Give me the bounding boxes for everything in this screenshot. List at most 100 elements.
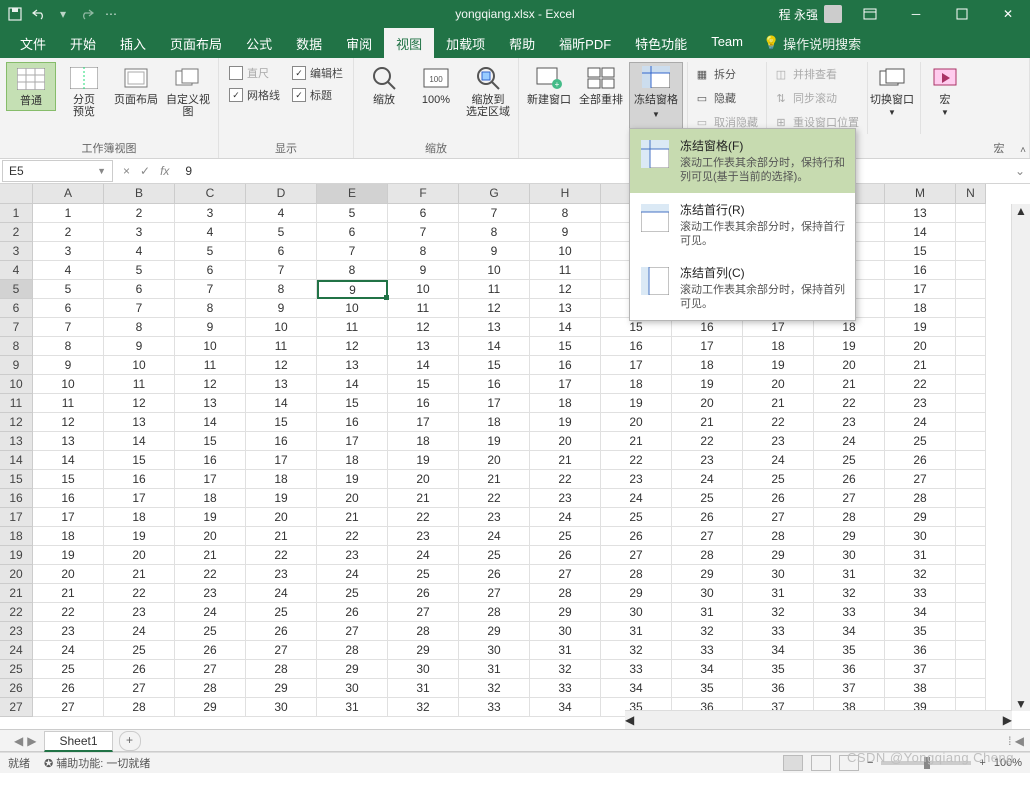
- row-header[interactable]: 4: [0, 261, 33, 280]
- cell[interactable]: 21: [104, 565, 175, 584]
- cell[interactable]: 31: [317, 698, 388, 717]
- cell[interactable]: 17: [530, 375, 601, 394]
- cell[interactable]: 16: [885, 261, 956, 280]
- sheet-tab[interactable]: Sheet1: [44, 731, 112, 752]
- cell[interactable]: 29: [743, 546, 814, 565]
- cell[interactable]: 25: [601, 508, 672, 527]
- cell[interactable]: [956, 204, 986, 223]
- cell[interactable]: 1: [33, 204, 104, 223]
- cell[interactable]: 15: [530, 337, 601, 356]
- cell[interactable]: 29: [246, 679, 317, 698]
- cell[interactable]: 28: [459, 603, 530, 622]
- tab-公式[interactable]: 公式: [234, 28, 284, 59]
- cell[interactable]: 21: [885, 356, 956, 375]
- add-sheet-button[interactable]: +: [119, 731, 141, 751]
- cell[interactable]: 20: [530, 432, 601, 451]
- cell[interactable]: 11: [175, 356, 246, 375]
- cell[interactable]: 9: [317, 280, 388, 299]
- cell[interactable]: [956, 565, 986, 584]
- zoom-selection-button[interactable]: 缩放到 选定区域: [464, 62, 512, 121]
- cell[interactable]: 3: [175, 204, 246, 223]
- row-header[interactable]: 19: [0, 546, 33, 565]
- freeze-panes-button[interactable]: 冻结窗格▼: [629, 62, 683, 134]
- cell[interactable]: [956, 679, 986, 698]
- view-normal-button[interactable]: 普通: [6, 62, 56, 111]
- cell[interactable]: 17: [672, 337, 743, 356]
- minimize-icon[interactable]: ─: [898, 0, 934, 28]
- cell[interactable]: 20: [33, 565, 104, 584]
- cell[interactable]: 16: [530, 356, 601, 375]
- cell[interactable]: 27: [104, 679, 175, 698]
- cell[interactable]: 17: [175, 470, 246, 489]
- headings-checkbox[interactable]: ✓标题: [292, 86, 343, 104]
- cell[interactable]: 11: [530, 261, 601, 280]
- cell[interactable]: 26: [175, 641, 246, 660]
- qat-more-icon[interactable]: ⋯: [102, 5, 120, 23]
- cell[interactable]: 29: [175, 698, 246, 717]
- cell[interactable]: 25: [814, 451, 885, 470]
- cell[interactable]: 22: [104, 584, 175, 603]
- cell[interactable]: [956, 432, 986, 451]
- zoom-button[interactable]: 缩放: [360, 62, 408, 109]
- tab-福昕PDF[interactable]: 福昕PDF: [547, 28, 623, 59]
- cell[interactable]: 16: [246, 432, 317, 451]
- cell[interactable]: 28: [104, 698, 175, 717]
- cell[interactable]: 17: [33, 508, 104, 527]
- row-header[interactable]: 15: [0, 470, 33, 489]
- redo-icon[interactable]: [78, 5, 96, 23]
- cell[interactable]: 9: [104, 337, 175, 356]
- cell[interactable]: 12: [317, 337, 388, 356]
- cell[interactable]: 14: [530, 318, 601, 337]
- cell[interactable]: 30: [743, 565, 814, 584]
- cell[interactable]: 25: [317, 584, 388, 603]
- cell[interactable]: 22: [885, 375, 956, 394]
- cell[interactable]: 23: [246, 565, 317, 584]
- cell[interactable]: 17: [459, 394, 530, 413]
- cell[interactable]: 29: [459, 622, 530, 641]
- cell[interactable]: 37: [885, 660, 956, 679]
- cell[interactable]: 24: [33, 641, 104, 660]
- cell[interactable]: 8: [104, 318, 175, 337]
- cell[interactable]: 19: [743, 356, 814, 375]
- custom-views-button[interactable]: 自定义视图: [164, 62, 212, 121]
- horizontal-scrollbar[interactable]: ◀▶: [625, 710, 1012, 729]
- zoom-100-button[interactable]: 100100%: [412, 62, 460, 109]
- cell[interactable]: [956, 413, 986, 432]
- cell[interactable]: 29: [885, 508, 956, 527]
- cell[interactable]: 18: [33, 527, 104, 546]
- cell[interactable]: 30: [459, 641, 530, 660]
- cell[interactable]: [956, 242, 986, 261]
- tab-加载项[interactable]: 加载项: [434, 28, 497, 59]
- cell[interactable]: 19: [175, 508, 246, 527]
- cell[interactable]: 14: [175, 413, 246, 432]
- cell[interactable]: 4: [175, 223, 246, 242]
- cell[interactable]: 20: [814, 356, 885, 375]
- cell[interactable]: 27: [175, 660, 246, 679]
- cell[interactable]: 28: [672, 546, 743, 565]
- cell[interactable]: [956, 356, 986, 375]
- cell[interactable]: 13: [317, 356, 388, 375]
- page-break-preview-button[interactable]: 分页 预览: [60, 62, 108, 121]
- cell[interactable]: 14: [388, 356, 459, 375]
- cell[interactable]: 18: [672, 356, 743, 375]
- cell[interactable]: 27: [530, 565, 601, 584]
- cell[interactable]: 24: [459, 527, 530, 546]
- maximize-icon[interactable]: [944, 0, 980, 28]
- cell[interactable]: 7: [246, 261, 317, 280]
- cell[interactable]: 5: [317, 204, 388, 223]
- cell[interactable]: 32: [814, 584, 885, 603]
- cell[interactable]: 32: [459, 679, 530, 698]
- cell[interactable]: 24: [601, 489, 672, 508]
- cell[interactable]: 10: [175, 337, 246, 356]
- cell[interactable]: 34: [601, 679, 672, 698]
- page-layout-view-icon[interactable]: [811, 755, 831, 771]
- cell[interactable]: 32: [530, 660, 601, 679]
- cell[interactable]: 22: [317, 527, 388, 546]
- cell[interactable]: 18: [175, 489, 246, 508]
- cell[interactable]: [956, 641, 986, 660]
- zoom-slider-thumb[interactable]: [924, 757, 930, 769]
- undo-icon[interactable]: [30, 5, 48, 23]
- cell[interactable]: 32: [885, 565, 956, 584]
- cell[interactable]: 22: [175, 565, 246, 584]
- cell[interactable]: 5: [246, 223, 317, 242]
